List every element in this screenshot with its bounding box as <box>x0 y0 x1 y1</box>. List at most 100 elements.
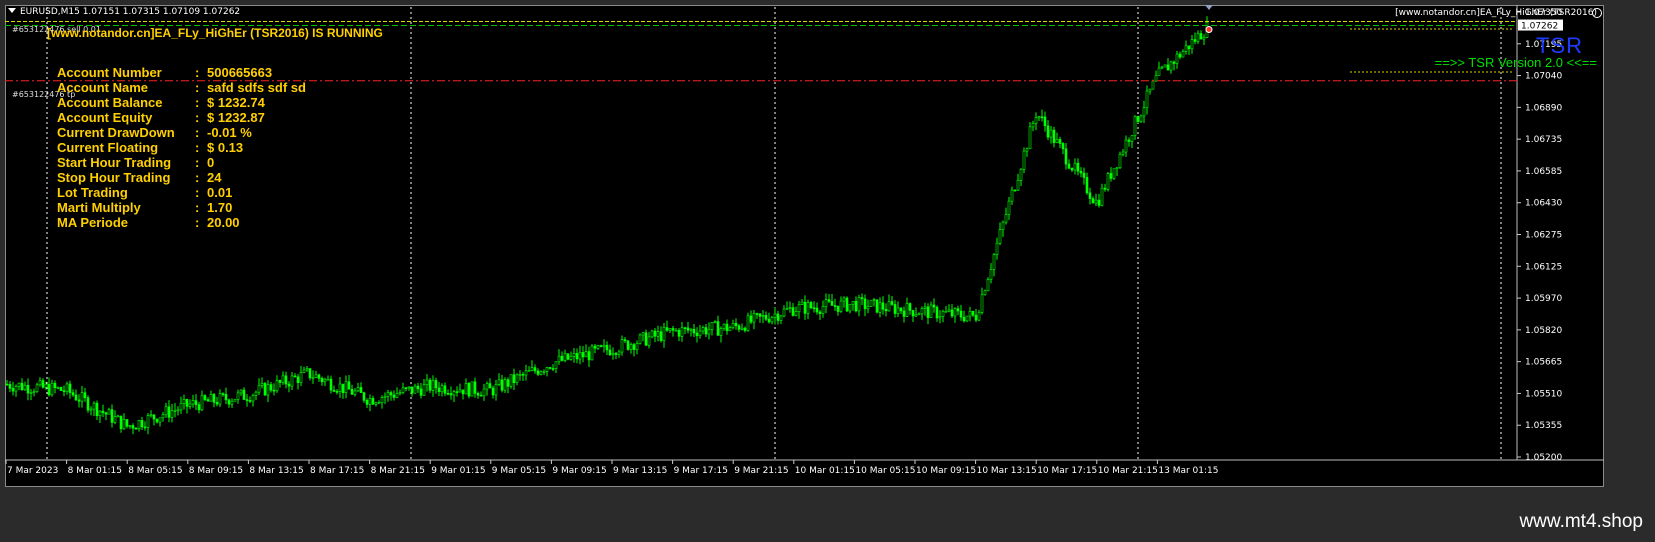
account-field-value: safd sdfs sdf sd <box>207 80 306 95</box>
candle-body <box>1010 189 1014 202</box>
account-field-value: -0.01 % <box>207 125 252 140</box>
candle-body <box>602 344 606 347</box>
field-separator: : <box>195 140 200 155</box>
candle-body <box>359 387 363 393</box>
candle-body <box>578 352 582 360</box>
candle-body <box>1097 199 1101 206</box>
candle-body <box>311 377 315 379</box>
candle-body <box>1130 135 1134 142</box>
account-field-value: 500665663 <box>207 65 273 80</box>
candle-body <box>347 381 351 390</box>
candle-body <box>1007 200 1011 215</box>
account-field-label: MA Periode <box>57 215 129 230</box>
candle-body <box>953 308 957 317</box>
candle-body <box>1028 126 1032 150</box>
candle-body <box>152 414 156 420</box>
candle-body <box>383 395 387 398</box>
account-row: Stop Hour Trading:24 <box>57 170 306 185</box>
field-separator: : <box>195 125 200 140</box>
account-field-value: 24 <box>207 170 222 185</box>
account-field-value: $ 0.13 <box>207 140 244 155</box>
candle-body <box>92 402 96 410</box>
candle-body <box>1163 64 1167 68</box>
account-field-value: 0 <box>207 155 215 170</box>
account-field-label: Account Equity <box>57 110 153 125</box>
triangle-down-icon[interactable] <box>8 8 16 13</box>
candle-body <box>740 327 744 330</box>
account-field-value: 20.00 <box>207 215 240 230</box>
candle-body <box>884 308 888 312</box>
expert-name-label: [www.notandor.cn]EA_FLy_HiGhEr (TSR2016) <box>1395 8 1597 18</box>
candle-body <box>116 415 120 418</box>
candle-body <box>773 313 777 318</box>
candle-body <box>413 385 417 394</box>
candle-body <box>866 306 870 310</box>
account-field-label: Account Number <box>57 65 162 80</box>
candle-body <box>791 307 795 316</box>
candle-body <box>734 323 738 327</box>
candle-body <box>614 353 618 355</box>
candle-body <box>971 310 975 316</box>
candle-body <box>5 383 9 386</box>
candle-body <box>218 393 222 405</box>
candle-body <box>137 420 141 429</box>
account-row: MA Periode:20.00 <box>57 215 306 230</box>
candle-body <box>68 383 72 393</box>
candle-body <box>932 304 936 308</box>
candle-body <box>764 314 768 320</box>
candle-body <box>560 355 564 361</box>
time-tick-label: 8 Mar 09:15 <box>189 466 243 476</box>
smiley-icon[interactable] <box>1592 8 1602 18</box>
candle-body <box>1202 37 1206 40</box>
candle-body <box>1094 199 1098 204</box>
tsr-version-label: ==>> TSR Version 2.0 <<== <box>1434 55 1597 70</box>
candle-body <box>1112 168 1116 179</box>
account-row: Account Balance: $ 1232.74 <box>57 95 306 110</box>
time-tick-label: 8 Mar 05:15 <box>128 466 182 476</box>
candle-body <box>227 399 231 405</box>
field-separator: : <box>195 155 200 170</box>
candle-body <box>1142 107 1146 117</box>
price-tick-label: 1.05200 <box>1525 453 1562 463</box>
candle-body <box>275 380 279 392</box>
candle-body <box>467 383 471 397</box>
candle-body <box>548 367 552 369</box>
candle-body <box>530 367 534 371</box>
account-info-panel: Account Number: 500665663 Account Name: saf… <box>57 65 306 230</box>
candle-body <box>950 309 954 317</box>
candle-body <box>596 345 600 349</box>
candle-body <box>617 351 621 355</box>
candle-body <box>1103 187 1107 190</box>
candle-body <box>200 395 204 411</box>
account-field-label: Account Name <box>57 80 149 95</box>
candle-body <box>260 383 264 386</box>
candle-body <box>395 393 399 398</box>
candle-body <box>1076 162 1080 172</box>
candle-body <box>572 353 576 357</box>
candle-body <box>1046 125 1050 138</box>
time-tick-label: 9 Mar 05:15 <box>492 466 546 476</box>
candle-body <box>641 332 645 336</box>
candle-body <box>80 392 84 402</box>
candle-body <box>914 313 918 317</box>
candle-body <box>836 305 840 312</box>
candle-body <box>1073 162 1077 171</box>
candle-body <box>191 400 195 405</box>
candle-body <box>1100 187 1104 206</box>
candle-body <box>593 345 597 349</box>
candle-body <box>329 378 333 391</box>
candle-body <box>878 302 882 313</box>
order-marker <box>1205 26 1213 34</box>
candle-body <box>992 254 996 270</box>
candle-body <box>671 328 675 331</box>
field-separator: : <box>195 170 200 185</box>
time-tick-label: 8 Mar 21:15 <box>371 466 425 476</box>
account-field-value: $ 1232.74 <box>207 95 265 110</box>
candle-body <box>113 416 117 423</box>
candle-body <box>800 301 804 305</box>
candle-body <box>35 384 39 392</box>
candle-body <box>1136 116 1140 122</box>
candle-body <box>14 386 18 392</box>
candle-body <box>236 392 240 400</box>
candle-body <box>185 399 189 407</box>
